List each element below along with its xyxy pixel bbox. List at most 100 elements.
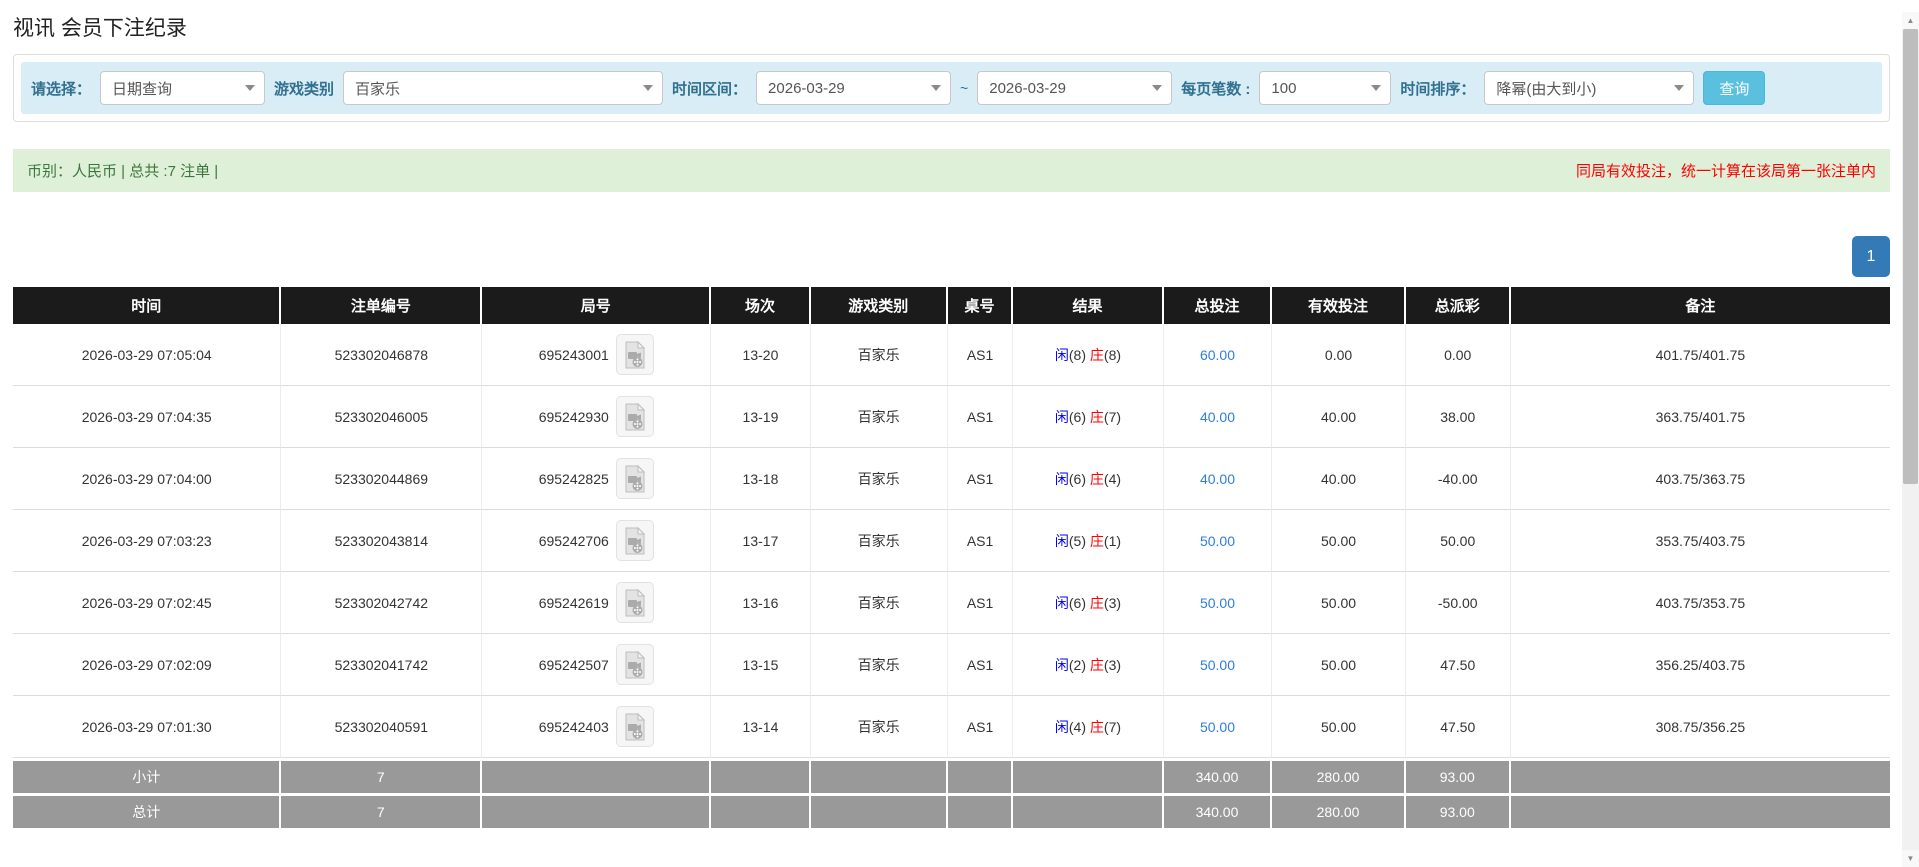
table-row: 2026-03-29 07:03:23 523302043814 695242706… <box>13 510 1890 572</box>
scroll-up-arrow-icon[interactable]: ▲ <box>1902 12 1919 29</box>
column-header-10: 备注 <box>1510 287 1890 324</box>
video-file-icon <box>625 650 645 678</box>
total-bet-link[interactable]: 50.00 <box>1200 595 1235 611</box>
totals-total-bet: 340.00 <box>1163 793 1273 828</box>
game-category-select[interactable]: 百家乐 <box>343 71 664 105</box>
video-replay-button[interactable] <box>615 458 654 499</box>
totals-empty <box>711 793 811 828</box>
cell-round-number: 695242930 <box>482 386 712 448</box>
summary-bar: 币别：人民币 | 总共 :7 注单 | 同局有效投注，统一计算在该局第一张注单内 <box>13 149 1890 192</box>
video-replay-button[interactable] <box>615 334 654 375</box>
vertical-scrollbar[interactable]: ▲ ▼ <box>1902 12 1919 867</box>
date-from-select[interactable]: 2026-03-29 <box>756 71 952 105</box>
time-sort-label: 时间排序： <box>1400 80 1476 98</box>
query-type-select[interactable]: 日期查询 <box>100 71 266 105</box>
page-size-select[interactable]: 100 <box>1259 71 1392 105</box>
totals-valid-bet: 280.00 <box>1272 793 1406 828</box>
cell-table-number: AS1 <box>947 324 1014 386</box>
column-header-4: 游戏类别 <box>810 287 948 324</box>
cell-note: 401.75/401.75 <box>1510 324 1890 386</box>
query-type-value: 日期查询 <box>112 80 173 98</box>
totals-valid-bet: 280.00 <box>1272 758 1406 793</box>
totals-row: 小计 7 340.00 280.00 93.00 <box>13 758 1890 793</box>
page-title: 视讯 会员下注纪录 <box>13 17 187 40</box>
cell-game-type: 百家乐 <box>810 572 948 634</box>
total-bet-link[interactable]: 50.00 <box>1200 719 1235 735</box>
banker-result: 庄 <box>1089 408 1104 425</box>
total-bet-link[interactable]: 60.00 <box>1200 347 1235 363</box>
total-bet-link[interactable]: 40.00 <box>1200 409 1235 425</box>
video-file-icon <box>625 712 645 740</box>
search-button[interactable]: 查询 <box>1703 71 1766 105</box>
cell-time: 2026-03-29 07:04:35 <box>13 386 282 448</box>
cell-time: 2026-03-29 07:01:30 <box>13 696 282 758</box>
cell-total-bet[interactable]: 40.00 <box>1163 386 1273 448</box>
video-replay-button[interactable] <box>615 582 654 623</box>
total-bet-link[interactable]: 50.00 <box>1200 533 1235 549</box>
date-to-select[interactable]: 2026-03-29 <box>977 71 1173 105</box>
table-row: 2026-03-29 07:02:09 523302041742 695242507… <box>13 634 1890 696</box>
video-file-icon <box>625 526 645 554</box>
cell-round-number: 695243001 <box>482 324 712 386</box>
round-number: 695243001 <box>538 346 609 363</box>
cell-payout: -40.00 <box>1405 448 1511 510</box>
cell-session: 13-14 <box>711 696 811 758</box>
cell-total-bet[interactable]: 50.00 <box>1163 696 1273 758</box>
cell-valid-bet: 0.00 <box>1272 324 1406 386</box>
banker-result: 庄 <box>1089 470 1104 487</box>
cell-bet-number: 523302041742 <box>281 634 483 696</box>
cell-total-bet[interactable]: 50.00 <box>1163 510 1273 572</box>
total-bet-link[interactable]: 40.00 <box>1200 471 1235 487</box>
table-row: 2026-03-29 07:05:04 523302046878 695243001… <box>13 324 1890 386</box>
cell-note: 403.75/363.75 <box>1510 448 1890 510</box>
totals-count: 7 <box>281 793 483 828</box>
total-bet-link[interactable]: 50.00 <box>1200 657 1235 673</box>
cell-session: 13-19 <box>711 386 811 448</box>
cell-round-number: 695242403 <box>482 696 712 758</box>
cell-total-bet[interactable]: 60.00 <box>1163 324 1273 386</box>
chevron-down-icon <box>931 85 942 91</box>
totals-empty <box>482 758 712 793</box>
video-replay-button[interactable] <box>615 520 654 561</box>
cell-result: 闲(6) 庄(3) <box>1013 572 1164 634</box>
table-row: 2026-03-29 07:01:30 523302040591 695242403… <box>13 696 1890 758</box>
round-number: 695242403 <box>538 718 609 735</box>
game-category-label: 游戏类别 <box>274 80 335 98</box>
time-sort-select[interactable]: 降幂(由大到小) <box>1484 71 1695 105</box>
video-file-icon <box>625 588 645 616</box>
cell-result: 闲(8) 庄(8) <box>1013 324 1164 386</box>
totals-empty <box>711 758 811 793</box>
round-number: 695242825 <box>538 470 609 487</box>
totals-empty <box>482 793 712 828</box>
filter-panel: 请选择： 日期查询 游戏类别 百家乐 时间区间： 2026-03-29 ~ 20… <box>13 54 1890 122</box>
page-1-button[interactable]: 1 <box>1852 236 1890 277</box>
round-number: 695242507 <box>538 656 609 673</box>
column-header-5: 桌号 <box>947 287 1014 324</box>
totals-empty <box>1013 758 1164 793</box>
cell-time: 2026-03-29 07:02:09 <box>13 634 282 696</box>
cell-round-number: 695242706 <box>482 510 712 572</box>
video-replay-button[interactable] <box>615 706 654 747</box>
scrollbar-thumb[interactable] <box>1903 29 1918 484</box>
totals-empty <box>1013 793 1164 828</box>
video-replay-button[interactable] <box>615 644 654 685</box>
cell-game-type: 百家乐 <box>810 696 948 758</box>
cell-table-number: AS1 <box>947 448 1014 510</box>
cell-total-bet[interactable]: 50.00 <box>1163 572 1273 634</box>
cell-note: 356.25/403.75 <box>1510 634 1890 696</box>
cell-total-bet[interactable]: 40.00 <box>1163 448 1273 510</box>
cell-valid-bet: 50.00 <box>1272 696 1406 758</box>
cell-note: 353.75/403.75 <box>1510 510 1890 572</box>
cell-bet-number: 523302040591 <box>281 696 483 758</box>
video-replay-button[interactable] <box>615 396 654 437</box>
chevron-down-icon <box>245 85 256 91</box>
cell-game-type: 百家乐 <box>810 324 948 386</box>
scroll-down-arrow-icon[interactable]: ▼ <box>1902 850 1919 867</box>
cell-total-bet[interactable]: 50.00 <box>1163 634 1273 696</box>
cell-time: 2026-03-29 07:02:45 <box>13 572 282 634</box>
cell-note: 403.75/353.75 <box>1510 572 1890 634</box>
page-size-label: 每页笔数 : <box>1181 80 1251 98</box>
column-header-7: 总投注 <box>1163 287 1273 324</box>
cell-session: 13-16 <box>711 572 811 634</box>
column-header-8: 有效投注 <box>1272 287 1406 324</box>
